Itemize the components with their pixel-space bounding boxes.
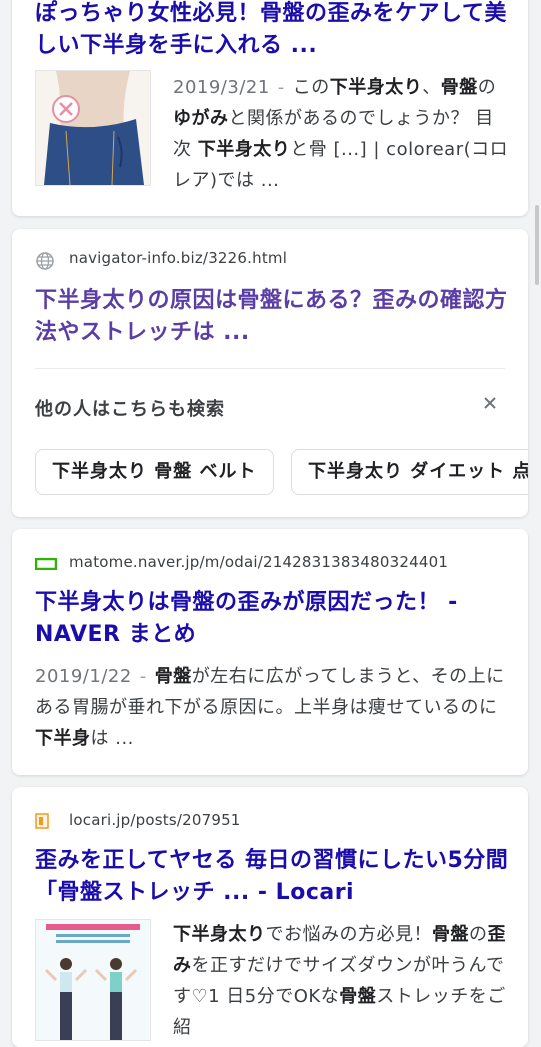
snippet-highlight: 骨盤 [154, 666, 192, 687]
snippet-highlight: 下半身太り [197, 139, 291, 160]
divider [35, 368, 505, 369]
snippet-highlight: 骨盤 [440, 77, 478, 98]
result-card-1: ぽっちゃり女性必見！骨盤の歪みをケアして美しい下半身を手に入れる ... 201… [12, 0, 528, 216]
separator-dot: - [277, 77, 285, 98]
result-title-2[interactable]: 下半身太りの原因は骨盤にある？歪みの確認方法やストレッチは ... [35, 285, 516, 349]
snippet-highlight: 下半身太り [173, 924, 266, 945]
naver-favicon-icon [34, 555, 58, 575]
snippet-fragment: この [292, 77, 330, 98]
close-icon[interactable] [478, 391, 502, 415]
locari-favicon-icon [35, 813, 55, 833]
result-snippet-3: 2019/1/22- 骨盤が左右に広がってしまうと、その上にある胃腸が垂れ下がる原… [35, 661, 510, 754]
snippet-highlight: 下半身 [35, 728, 91, 749]
related-heading: 他の人はこちらも検索 [35, 399, 225, 420]
result-date-3: 2019/1/22 [35, 666, 132, 687]
snippet-highlight: 骨盤 [339, 986, 377, 1007]
separator-dot: - [139, 666, 147, 687]
result-title-1[interactable]: ぽっちゃり女性必見！骨盤の歪みをケアして美しい下半身を手に入れる ... [35, 0, 516, 62]
result-snippet-1: 2019/3/21- この下半身太り、骨盤のゆがみと関係があるのでしょうか？ 目次… [173, 72, 510, 196]
snippet-fragment: の [477, 77, 497, 98]
result-title-4[interactable]: 歪みを正してヤセる 毎日の習慣にしたい5分間「骨盤ストレッチ ... - Loc… [35, 845, 516, 909]
snippet-fragment: でお悩みの方必見！ [265, 924, 432, 945]
snippet-text: 下半身太りでお悩みの方必見！骨盤の歪みを正すだけでサイズダウンが叶うんです♡1 … [173, 924, 506, 1038]
result-url-4[interactable]: locari.jp/posts/207951 [69, 811, 241, 829]
related-chip-2[interactable]: 下半身太り ダイエット 点 [291, 449, 528, 495]
snippet-highlight: 骨盤 [432, 924, 469, 945]
scrollbar[interactable] [535, 205, 539, 285]
snippet-fragment: の [469, 924, 488, 945]
snippet-fragment: は ... [90, 728, 134, 749]
result-date-1: 2019/3/21 [173, 77, 270, 98]
result-snippet-4: 下半身太りでお悩みの方必見！骨盤の歪みを正すだけでサイズダウンが叶うんです♡1 … [173, 919, 510, 1043]
result-thumbnail-4[interactable] [35, 919, 151, 1041]
globe-icon [35, 251, 55, 271]
snippet-highlight: ゆがみ [173, 108, 229, 129]
result-url-3[interactable]: matome.naver.jp/m/odai/21428313834803244… [69, 553, 448, 571]
related-chip-1[interactable]: 下半身太り 骨盤 ベルト [35, 449, 274, 495]
result-url-2[interactable]: navigator-info.biz/3226.html [69, 249, 287, 267]
result-card-2: navigator-info.biz/3226.html 下半身太りの原因は骨盤… [12, 229, 528, 517]
snippet-fragment: 、 [422, 77, 441, 98]
result-card-4: locari.jp/posts/207951 歪みを正してヤセる 毎日の習慣にし… [12, 787, 528, 1047]
snippet-highlight: 下半身太り [329, 77, 423, 98]
result-title-3[interactable]: 下半身太りは骨盤の歪みが原因だった！ - NAVER まとめ [35, 587, 516, 651]
result-card-3: matome.naver.jp/m/odai/21428313834803244… [12, 529, 528, 775]
result-thumbnail-1[interactable] [35, 70, 151, 186]
